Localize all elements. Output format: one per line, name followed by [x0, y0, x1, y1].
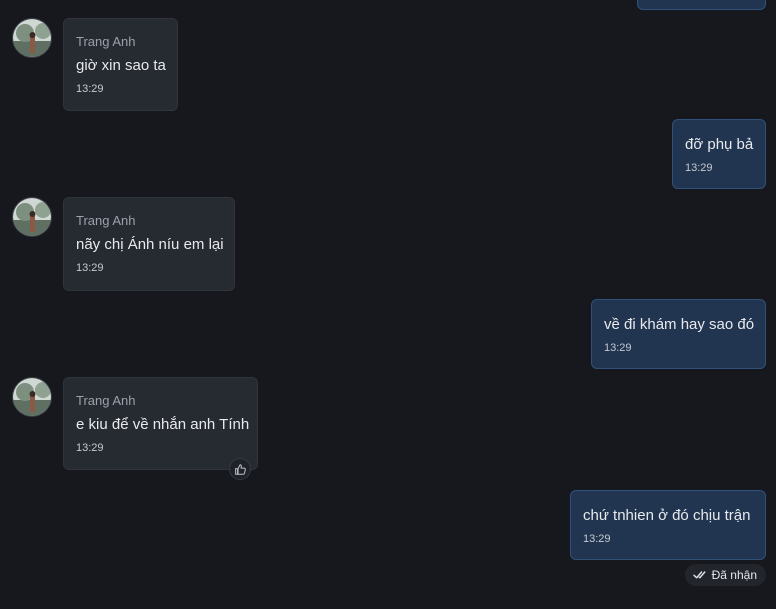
message-bubble-outgoing-partial[interactable]: [637, 0, 766, 10]
sender-name: Trang Anh: [76, 213, 136, 228]
message-text: e kiu để về nhắn anh Tính: [76, 416, 250, 433]
message-time: 13:29: [76, 442, 104, 454]
chat-message-list: Trang Anh giờ xin sao ta 13:29 đỡ phụ bả…: [0, 0, 776, 609]
message-time: 13:29: [604, 342, 632, 354]
message-text: nãy chị Ánh níu em lại: [76, 236, 224, 253]
message-text: đỡ phụ bả: [685, 136, 754, 153]
message-bubble-outgoing[interactable]: đỡ phụ bả 13:29: [672, 119, 766, 189]
message-text: giờ xin sao ta: [76, 57, 166, 74]
message-text: chứ tnhien ở đó chịu trận: [583, 507, 751, 524]
message-bubble-incoming[interactable]: Trang Anh nãy chị Ánh níu em lại 13:29: [63, 197, 235, 291]
delivery-status-badge: Đã nhận: [684, 564, 766, 586]
sender-avatar[interactable]: [12, 18, 52, 58]
message-time: 13:29: [76, 83, 104, 95]
message-bubble-incoming[interactable]: Trang Anh e kiu để về nhắn anh Tính 13:2…: [63, 377, 258, 470]
message-bubble-outgoing[interactable]: chứ tnhien ở đó chịu trận 13:29: [570, 490, 766, 560]
sender-avatar[interactable]: [12, 197, 52, 237]
double-check-icon: [692, 571, 706, 579]
message-bubble-outgoing[interactable]: về đi khám hay sao đó 13:29: [591, 299, 766, 369]
avatar-image: [13, 198, 51, 236]
thumbs-up-icon: [234, 463, 246, 475]
avatar-image: [13, 378, 51, 416]
message-time: 13:29: [583, 533, 611, 545]
message-text: về đi khám hay sao đó: [604, 316, 755, 333]
avatar-image: [13, 19, 51, 57]
sender-avatar[interactable]: [12, 377, 52, 417]
message-time: 13:29: [76, 262, 104, 274]
sender-name: Trang Anh: [76, 393, 136, 408]
delivery-status-label: Đã nhận: [711, 568, 757, 582]
message-time: 13:29: [685, 162, 713, 174]
message-bubble-incoming[interactable]: Trang Anh giờ xin sao ta 13:29: [63, 18, 178, 111]
sender-name: Trang Anh: [76, 34, 136, 49]
react-like-button[interactable]: [229, 458, 251, 480]
